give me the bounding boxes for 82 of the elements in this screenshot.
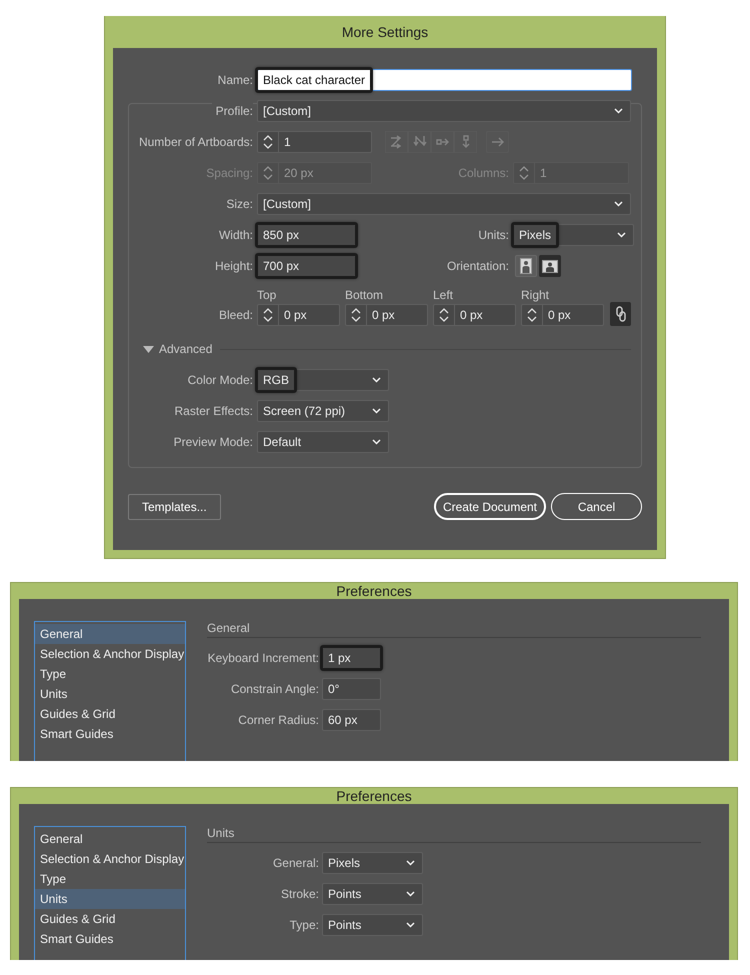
category-item[interactable]: Guides & Grid [35, 704, 185, 724]
field-label: Number of Artboards: [138, 135, 253, 149]
field-label: Type: [288, 918, 319, 932]
category-item[interactable]: Smart Guides [35, 929, 185, 949]
artboards-field[interactable]: 1 [257, 131, 372, 153]
portrait-button[interactable] [515, 255, 537, 277]
field-label: Color Mode: [186, 373, 253, 387]
field-label: Corner Radius: [237, 713, 319, 727]
landscape-button[interactable] [539, 255, 561, 277]
field-caption: Left [433, 288, 454, 302]
chevron-down-icon [406, 891, 415, 897]
dropdown[interactable]: Pixels [322, 852, 423, 874]
category-item[interactable]: Units [35, 684, 185, 704]
chevron-down-icon [372, 408, 381, 414]
chevron-down-icon [614, 201, 623, 207]
category-item[interactable]: Selection & Anchor Display [35, 849, 185, 869]
right-arrow-icon [490, 135, 504, 149]
category-item[interactable]: Type [35, 664, 185, 684]
input-field[interactable]: 1 px [322, 647, 381, 669]
dropdown[interactable]: Points [322, 914, 423, 936]
person-page-icon [542, 260, 558, 272]
category-item[interactable]: Guides & Grid [35, 909, 185, 929]
bleed-field[interactable]: 0 px [257, 304, 340, 326]
section-title: General [207, 621, 701, 638]
field-label: Raster Effects: [174, 404, 253, 418]
field-caption: Top [257, 288, 278, 302]
field-label: Size: [225, 197, 253, 211]
window-title: Preferences [335, 583, 413, 599]
bleed-field[interactable]: 0 px [521, 304, 604, 326]
bleed-field[interactable]: 0 px [345, 304, 428, 326]
window-title: Preferences [335, 788, 413, 804]
width-field[interactable]: 850 px [257, 224, 356, 246]
chevron-down-icon [372, 377, 381, 383]
field-label: Height: [214, 259, 253, 273]
dropdown[interactable]: Screen (72 ppi) [257, 400, 389, 422]
field-label: Units: [477, 228, 509, 242]
field-label: Orientation: [446, 259, 509, 273]
category-item[interactable]: General [35, 624, 185, 644]
disclosure-triangle-icon[interactable] [143, 346, 154, 352]
templates-button[interactable]: Templates... [128, 494, 221, 520]
text-cursor [370, 73, 372, 87]
field-label: General: [272, 856, 319, 870]
category-item[interactable]: General [35, 829, 185, 849]
link-icon [616, 306, 626, 322]
cancel-button[interactable]: Cancel [551, 493, 642, 520]
field-label: Width: [218, 228, 253, 242]
dropdown[interactable]: Default [257, 431, 389, 453]
input-field[interactable]: 60 px [322, 709, 381, 731]
height-field[interactable]: 700 px [257, 255, 356, 277]
dropdown[interactable]: RGB [257, 369, 389, 391]
dropdown[interactable]: Points [322, 883, 423, 905]
field-caption: Bottom [345, 288, 384, 302]
profile-dropdown[interactable]: [Custom] [257, 100, 631, 122]
field-label: Name: [216, 73, 253, 87]
category-item[interactable]: Selection & Anchor Display [35, 644, 185, 664]
field-label: Constrain Angle: [230, 682, 319, 696]
create-button[interactable]: Create Document [434, 493, 546, 520]
field-label: Bleed: [218, 307, 253, 324]
name-field[interactable]: Black cat character [257, 69, 632, 91]
link-button[interactable] [610, 302, 631, 326]
field-label: Stroke: [280, 887, 319, 901]
category-item[interactable]: Units [35, 889, 185, 909]
section-label: Advanced [159, 342, 212, 356]
chevron-down-icon [372, 439, 381, 445]
field-caption: Right [521, 288, 550, 302]
chevron-down-icon [406, 922, 415, 928]
chevron-down-icon [406, 860, 415, 866]
grid-arrows-icon [412, 135, 426, 149]
bleed-field[interactable]: 0 px [433, 304, 516, 326]
units-dropdown[interactable]: Pixels [513, 224, 634, 246]
size-dropdown[interactable]: [Custom] [257, 193, 631, 215]
category-item[interactable]: Smart Guides [35, 724, 185, 744]
person-page-icon [520, 258, 532, 274]
section-title: Units [207, 826, 701, 843]
field-label: Keyboard Increment: [207, 651, 319, 665]
grid-arrows-icon [390, 135, 404, 149]
input-field[interactable]: 0° [322, 678, 381, 700]
chevron-down-icon [617, 232, 626, 238]
field-label: Preview Mode: [172, 435, 253, 449]
chevron-down-icon [614, 108, 623, 114]
category-item[interactable]: Type [35, 869, 185, 889]
window-title: More Settings [340, 23, 430, 42]
